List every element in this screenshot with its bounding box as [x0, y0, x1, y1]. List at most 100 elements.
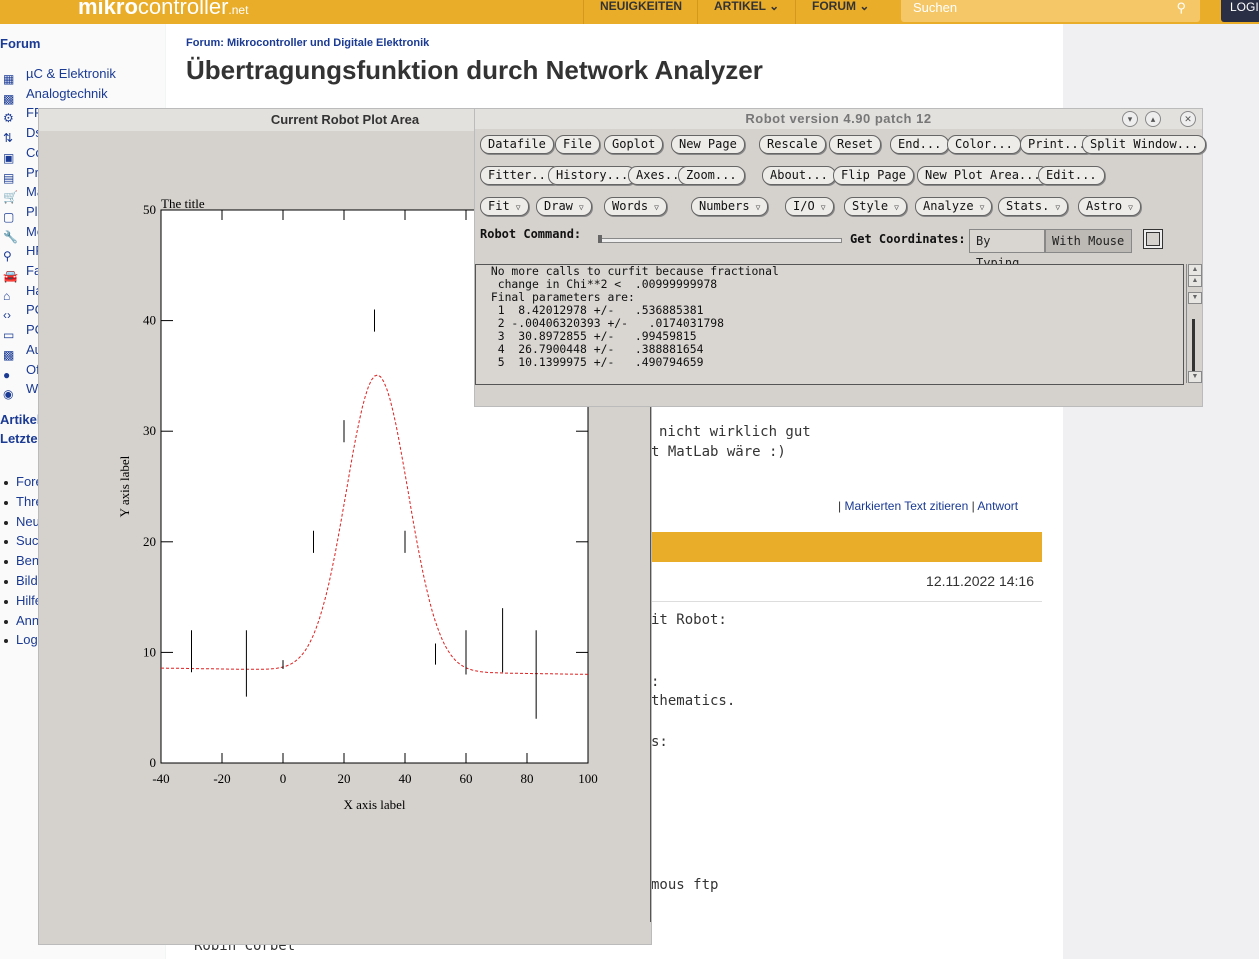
robot-button-numbers[interactable]: Numbers ▽	[691, 197, 769, 216]
button-label: Draw	[544, 199, 573, 213]
search-icon[interactable]: ⚲	[1176, 0, 1186, 16]
by-typing-toggle[interactable]: By Typing	[969, 229, 1045, 270]
post-text: t MatLab wäre :)	[651, 444, 786, 460]
scroll-up2-icon[interactable]: ▲	[1188, 275, 1202, 287]
button-label: Goplot	[612, 137, 656, 151]
robot-button-fit[interactable]: Fit ▽	[480, 197, 529, 216]
robot-button-astro[interactable]: Astro ▽	[1078, 197, 1141, 216]
bullet	[4, 481, 8, 485]
sidebar-link[interactable]: Bild	[16, 573, 38, 588]
nav-artikel[interactable]: ARTIKEL ⌄	[697, 0, 779, 24]
sidebar-item[interactable]: Of	[26, 362, 40, 377]
with-mouse-toggle[interactable]: With Mouse	[1045, 229, 1132, 253]
robot-button-new-page[interactable]: New Page	[671, 135, 745, 154]
button-label: Style	[852, 199, 889, 213]
dropdown-icon: ▽	[979, 203, 985, 212]
bullet	[4, 500, 8, 505]
login-button[interactable]: LOGI	[1221, 0, 1259, 22]
robot-button-history[interactable]: History...	[548, 166, 637, 185]
robot-button-draw[interactable]: Draw ▽	[536, 197, 592, 216]
button-label: Edit...	[1046, 168, 1097, 182]
robot-button-style[interactable]: Style ▽	[844, 197, 907, 216]
x-tick-label: 40	[399, 771, 412, 786]
button-label: Astro	[1086, 199, 1123, 213]
sidebar-section[interactable]: Letzte	[0, 431, 38, 446]
robot-button-split-window[interactable]: Split Window...	[1082, 135, 1207, 154]
robot-button-goplot[interactable]: Goplot	[604, 135, 664, 154]
search-input[interactable]: Suchen ⚲	[901, 0, 1200, 22]
dropdown-icon: ▽	[755, 203, 761, 212]
robot-button-words[interactable]: Words ▽	[604, 197, 667, 216]
output-scrollbar[interactable]: ▲ ▲ ▼ ▼	[1186, 264, 1202, 383]
button-label: Print...	[1028, 137, 1086, 151]
button-label: Color...	[955, 137, 1013, 151]
button-label: Words	[612, 199, 649, 213]
bullet	[4, 520, 8, 525]
button-label: Zoom...	[686, 168, 737, 182]
sidebar-link[interactable]: Ann	[16, 613, 39, 628]
coords-label: Get Coordinates:	[850, 232, 966, 246]
coords-checkbox[interactable]	[1143, 229, 1163, 249]
close-button[interactable]: ✕	[1180, 111, 1196, 127]
robot-button-new-plot-area[interactable]: New Plot Area...	[917, 166, 1049, 185]
output-content: No more calls to curfit because fraction…	[490, 264, 779, 369]
command-input[interactable]	[598, 238, 842, 243]
sidebar-icon: 🚘	[3, 269, 18, 283]
button-label: Stats.	[1006, 199, 1050, 213]
robot-button-color[interactable]: Color...	[947, 135, 1021, 154]
robot-button-i-o[interactable]: I/O ▽	[785, 197, 834, 216]
robot-button-datafile[interactable]: Datafile	[480, 135, 554, 154]
sidebar-item[interactable]: Pr	[26, 165, 39, 180]
robot-window[interactable]: Robot version 4.90 patch 12 ▾ ▴ ✕ Datafi…	[475, 109, 1207, 406]
post-date: 12.11.2022 14:16	[926, 573, 1034, 589]
robot-button-rescale[interactable]: Rescale	[759, 135, 826, 154]
sidebar-icon: ⚲	[3, 249, 12, 264]
sidebar-icon: ▦	[3, 72, 15, 86]
post-text: nicht wirklich gut	[659, 424, 811, 440]
post-actions: | Markierten Text zitieren | Antwort	[838, 499, 1019, 513]
button-label: Fitter...	[488, 168, 554, 182]
button-label: End...	[898, 137, 942, 151]
sidebar-link[interactable]: Neu	[16, 514, 40, 529]
quote-link[interactable]: Markierten Text zitieren	[844, 499, 968, 513]
button-label: File	[563, 137, 592, 151]
sidebar-link[interactable]: Suc	[16, 533, 38, 548]
sidebar-icon: ▤	[3, 170, 15, 185]
bullet	[4, 580, 8, 584]
x-tick-label: -40	[152, 771, 169, 786]
robot-button-edit[interactable]: Edit...	[1038, 166, 1105, 185]
scroll-bottom-icon[interactable]: ▼	[1188, 371, 1202, 383]
sidebar-link[interactable]: Log	[16, 632, 38, 647]
robot-button-zoom[interactable]: Zoom...	[678, 166, 745, 185]
sidebar-title[interactable]: Forum	[0, 36, 40, 51]
scroll-thumb[interactable]	[1192, 319, 1195, 374]
button-label: Rescale	[767, 137, 818, 151]
robot-button-flip-page[interactable]: Flip Page	[833, 166, 915, 185]
button-label: I/O	[793, 199, 815, 213]
robot-button-end[interactable]: End...	[890, 135, 950, 154]
reply-link[interactable]: Antwort	[977, 499, 1018, 513]
scroll-down-icon[interactable]: ▼	[1188, 292, 1202, 304]
robot-window-title[interactable]: Robot version 4.90 patch 12	[475, 109, 1202, 129]
sidebar-icon: ‹›	[3, 308, 11, 323]
robot-button-about[interactable]: About...	[762, 166, 836, 185]
breadcrumb[interactable]: Forum: Mikrocontroller und Digitale Elek…	[186, 37, 429, 49]
robot-button-reset[interactable]: Reset	[829, 135, 882, 154]
y-tick-label: 20	[143, 534, 156, 549]
sidebar-item[interactable]: µC & Elektronik	[26, 66, 116, 81]
robot-button-analyze[interactable]: Analyze ▽	[915, 197, 993, 216]
sidebar-icon: ⇅	[3, 131, 14, 146]
output-text[interactable]: No more calls to curfit because fraction…	[475, 264, 1184, 385]
nav-forum[interactable]: FORUM ⌄	[795, 0, 869, 24]
nav-neuigkeiten[interactable]: NEUIGKEITEN	[583, 0, 682, 24]
robot-button-file[interactable]: File	[555, 135, 600, 154]
sidebar-item[interactable]: Analogtechnik	[26, 86, 108, 101]
robot-button-stats[interactable]: Stats. ▽	[998, 197, 1069, 216]
minimize-button[interactable]: ▾	[1122, 111, 1138, 127]
button-label: Flip Page	[841, 168, 907, 182]
command-input-handle[interactable]	[598, 235, 602, 243]
sidebar-link[interactable]: Ben	[16, 553, 39, 568]
maximize-button[interactable]: ▴	[1145, 111, 1161, 127]
site-logo[interactable]: mikrocontroller.net	[78, 0, 248, 20]
sidebar-section[interactable]: Artikel	[0, 412, 40, 427]
